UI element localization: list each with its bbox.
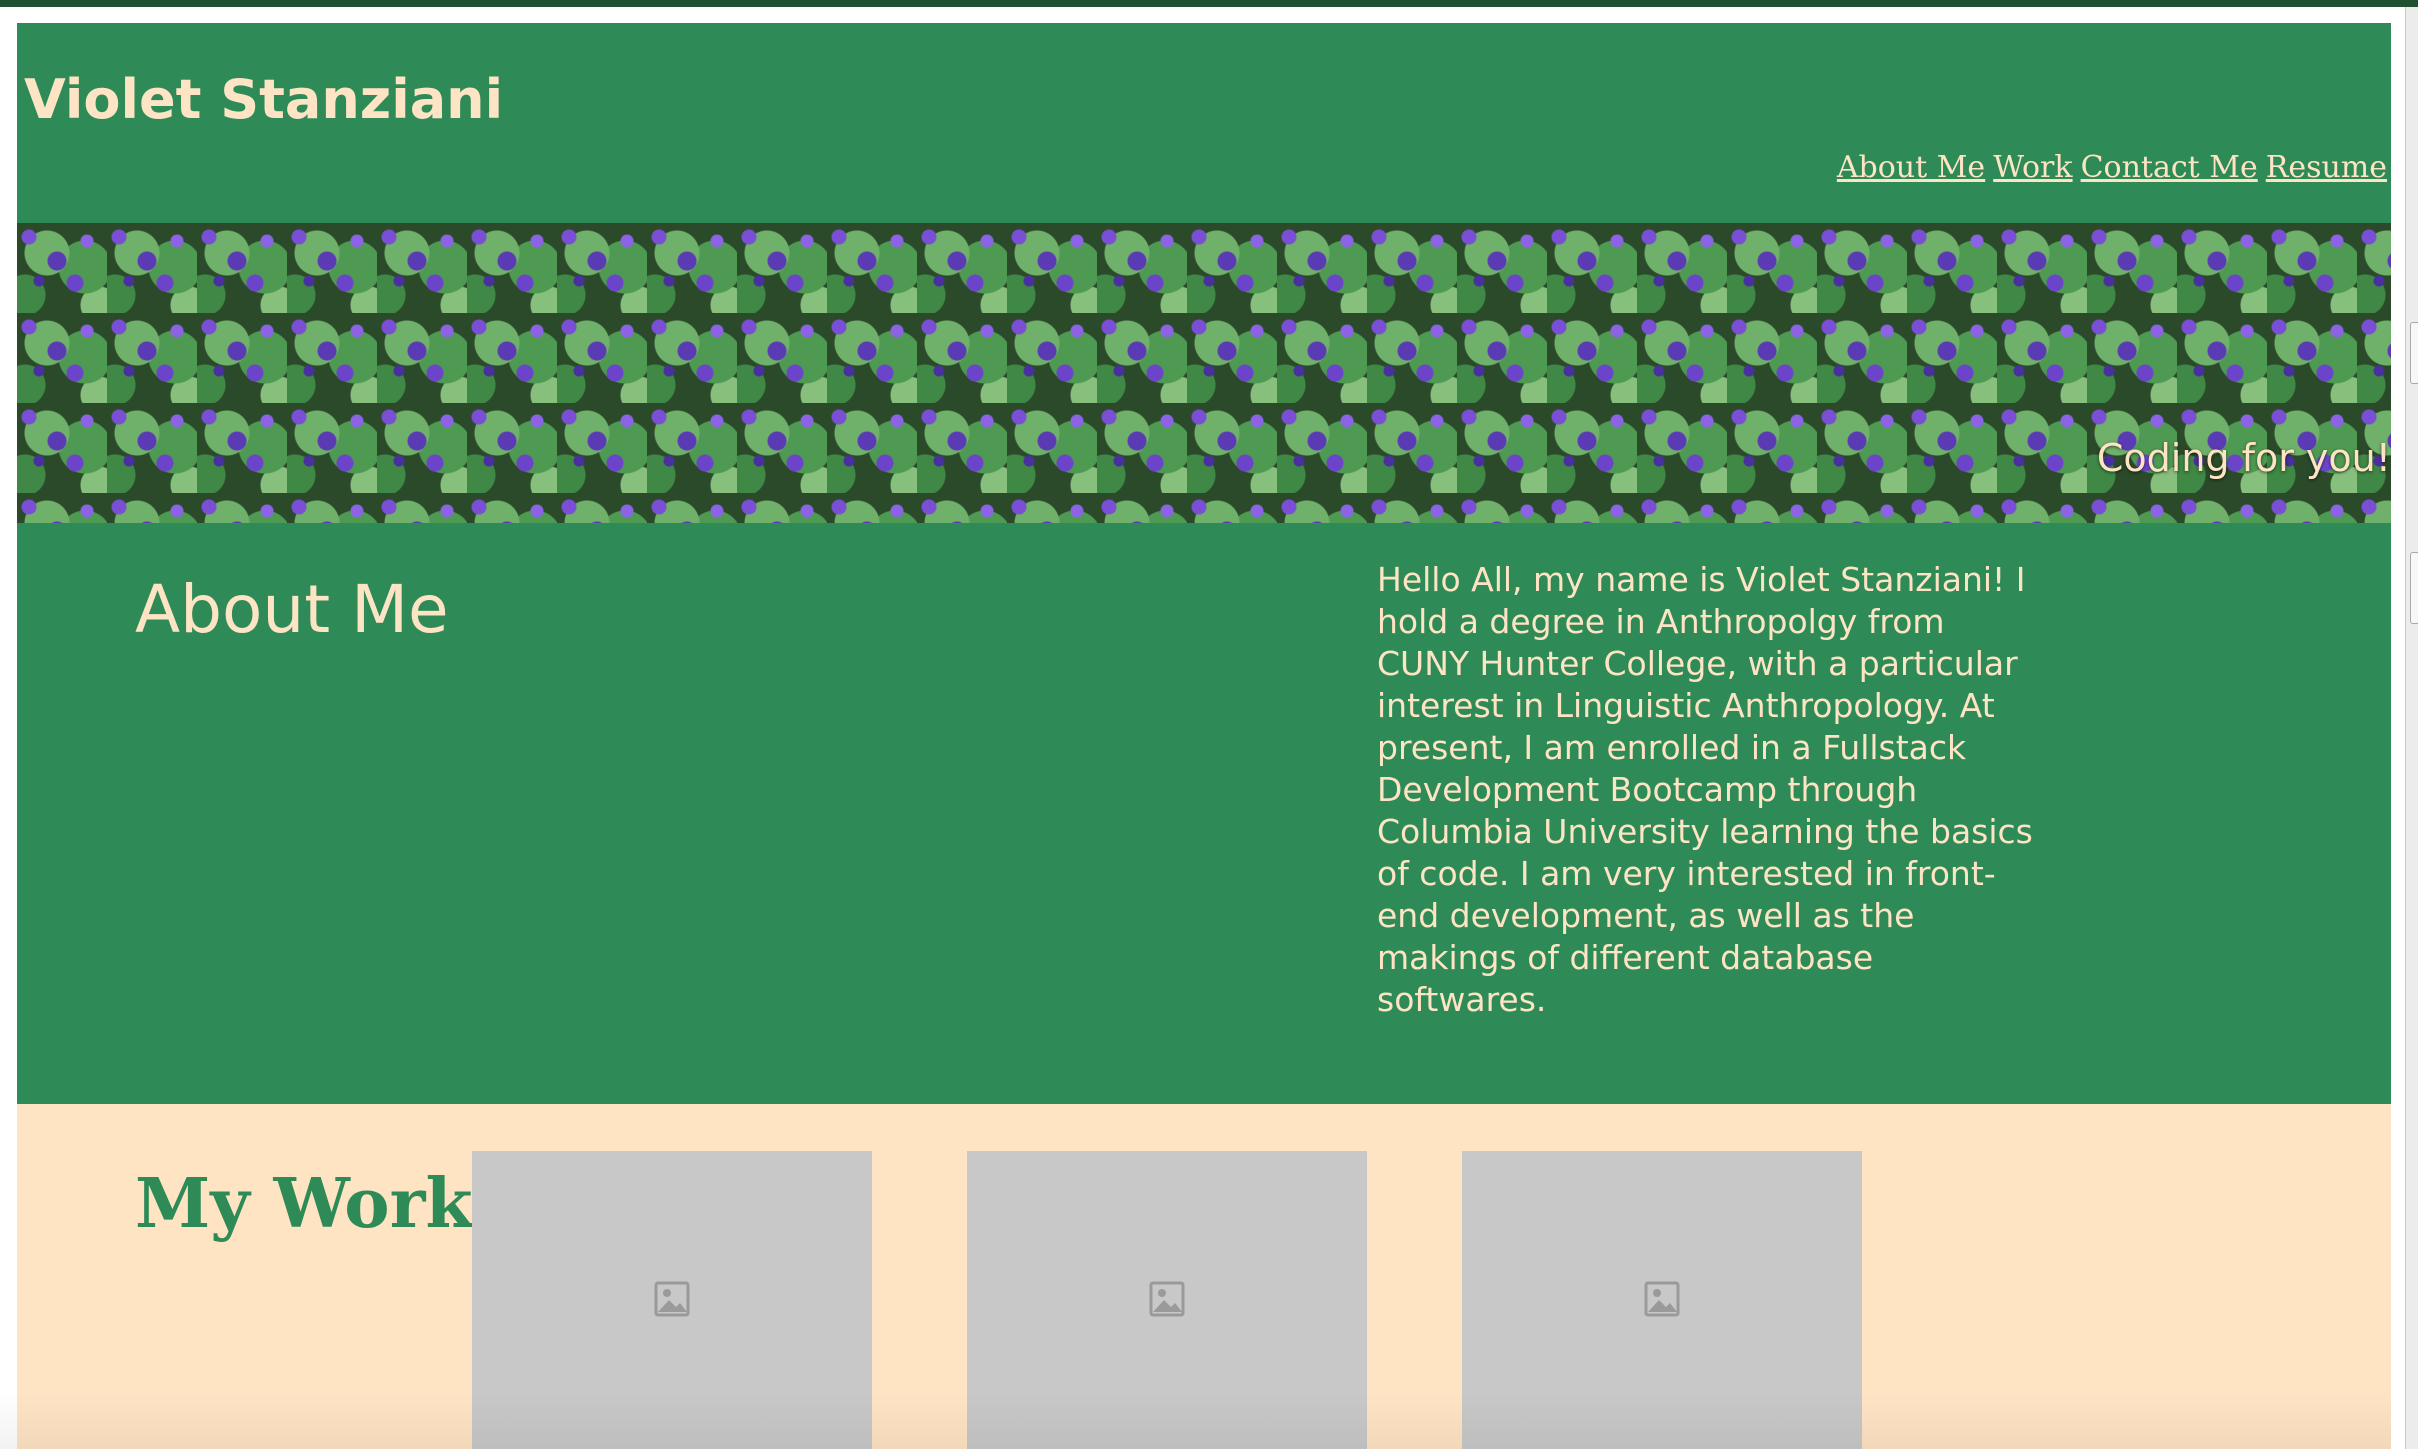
site-header: Violet Stanziani About Me Work Contact M… [17, 23, 2391, 223]
work-section: My Work [17, 1104, 2391, 1449]
broken-image-icon [1644, 1281, 1680, 1317]
hero-banner-violets: Coding for you! [17, 223, 2391, 523]
about-section: About Me Hello All, my name is Violet St… [17, 523, 2391, 1104]
about-heading: About Me [135, 571, 449, 648]
main-nav: About Me Work Contact Me Resume [1837, 150, 2387, 185]
project-thumbnail-3[interactable] [1462, 1151, 1862, 1449]
broken-image-icon [654, 1281, 690, 1317]
broken-image-icon [1149, 1281, 1185, 1317]
adjacent-window-control [2410, 552, 2418, 624]
work-heading: My Work [135, 1164, 473, 1244]
portfolio-page: Violet Stanziani About Me Work Contact M… [17, 23, 2391, 1449]
nav-link-work[interactable]: Work [1993, 150, 2072, 185]
site-title: Violet Stanziani [24, 68, 504, 131]
adjacent-window-edge [2405, 7, 2418, 1449]
project-thumbnail-2[interactable] [967, 1151, 1367, 1449]
browser-top-strip [0, 0, 2418, 7]
hero-tagline: Coding for you! [2096, 436, 2391, 480]
nav-link-contact-me[interactable]: Contact Me [2081, 150, 2258, 185]
about-bio: Hello All, my name is Violet Stanziani! … [1377, 560, 2033, 1019]
nav-link-resume[interactable]: Resume [2266, 150, 2387, 185]
nav-link-about-me[interactable]: About Me [1837, 150, 1985, 185]
adjacent-window-control [2410, 322, 2418, 384]
project-thumbnail-1[interactable] [472, 1151, 872, 1449]
